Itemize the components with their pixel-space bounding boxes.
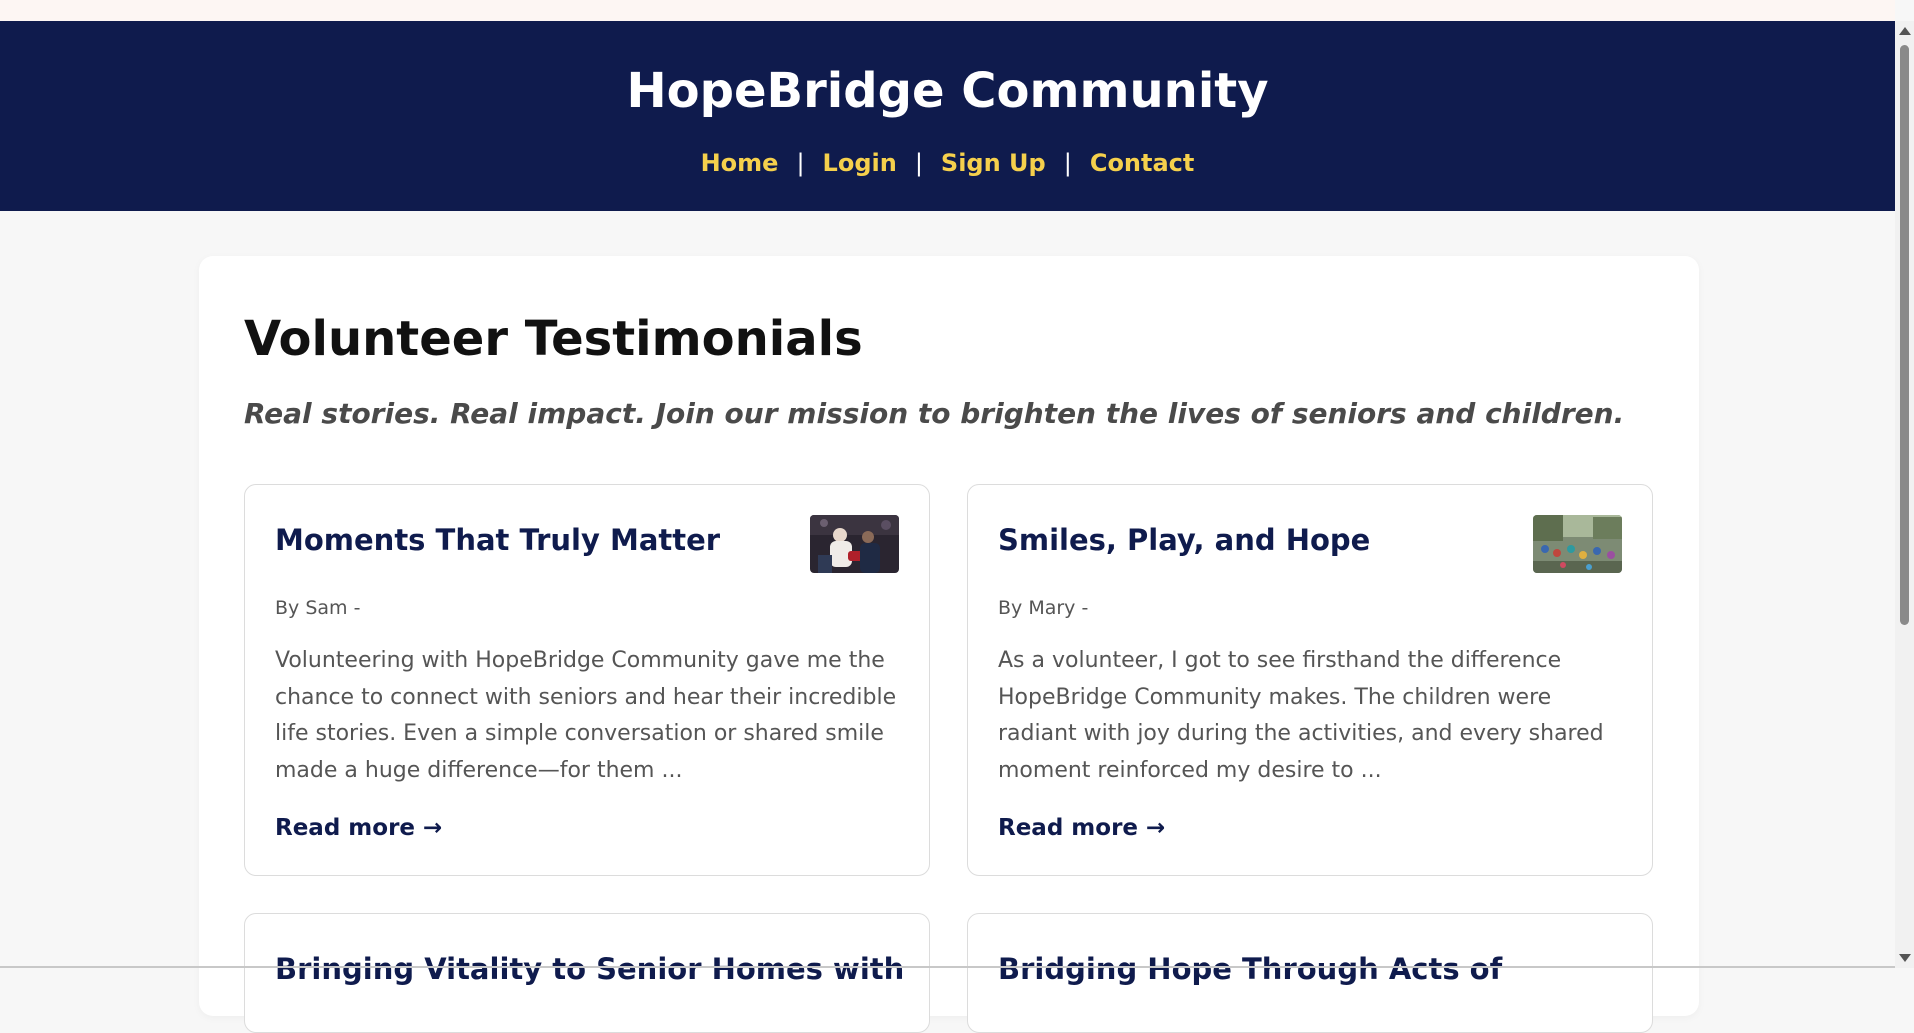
testimonial-thumbnail (1533, 515, 1622, 573)
testimonial-title: Moments That Truly Matter (275, 523, 721, 557)
browser-top-strip (0, 0, 1895, 21)
page-scrollbar[interactable] (1895, 21, 1914, 968)
testimonial-title: Bridging Hope Through Acts of (998, 952, 1503, 986)
scrollbar-thumb[interactable] (1900, 45, 1909, 625)
nav-contact-link[interactable]: Contact (1090, 149, 1195, 177)
main-nav: Home | Login | Sign Up | Contact (0, 149, 1895, 177)
nav-separator: | (914, 149, 923, 177)
testimonial-card: Bringing Vitality to Senior Homes with (244, 913, 930, 1033)
testimonial-card: Bridging Hope Through Acts of (967, 913, 1653, 1033)
testimonial-title: Bringing Vitality to Senior Homes with (275, 952, 905, 986)
scroll-down-arrow-icon[interactable] (1899, 954, 1911, 962)
nav-separator: | (796, 149, 805, 177)
testimonial-author: By Sam - (275, 597, 361, 619)
read-more-link[interactable]: Read more → (998, 815, 1165, 841)
testimonial-excerpt: Volunteering with HopeBridge Community g… (275, 648, 897, 783)
testimonial-author: By Mary - (998, 597, 1089, 619)
nav-signup-link[interactable]: Sign Up (941, 149, 1046, 177)
nav-login-link[interactable]: Login (823, 149, 897, 177)
nav-separator: | (1063, 149, 1072, 177)
page-tagline: Real stories. Real impact. Join our miss… (244, 397, 1625, 430)
testimonials-container: Volunteer Testimonials Real stories. Rea… (199, 256, 1699, 1033)
page-title: Volunteer Testimonials (244, 311, 863, 367)
testimonial-title: Smiles, Play, and Hope (998, 523, 1371, 557)
nav-home-link[interactable]: Home (701, 149, 779, 177)
testimonial-card: Moments That Truly Matter By Sam - Volun… (244, 484, 930, 876)
site-title: HopeBridge Community (626, 63, 1269, 119)
site-header: HopeBridge Community Home | Login | Sign… (0, 21, 1895, 211)
read-more-link[interactable]: Read more → (275, 815, 442, 841)
testimonial-excerpt: As a volunteer, I got to see firsthand t… (998, 648, 1604, 783)
testimonial-thumbnail (810, 515, 899, 573)
scroll-up-arrow-icon[interactable] (1899, 27, 1911, 35)
testimonial-card: Smiles, Play, and Hope By Mary - As a vo… (967, 484, 1653, 876)
